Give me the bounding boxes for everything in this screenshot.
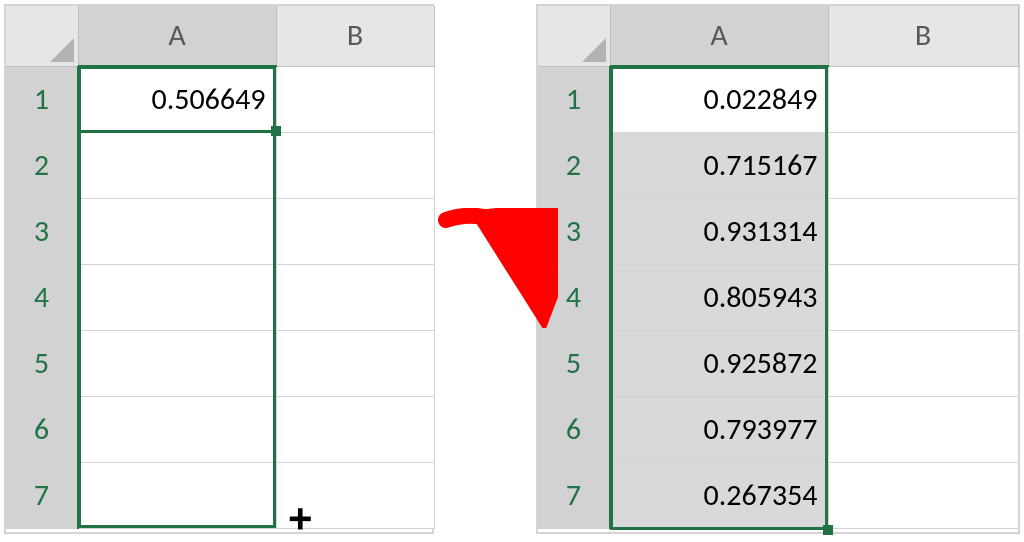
fill-cursor-icon: + <box>288 498 313 540</box>
cell-A4[interactable]: 0.805943 <box>610 264 828 330</box>
row-header-3[interactable]: 3 <box>6 198 78 264</box>
spreadsheet-right: A B 1 0.022849 2 0.715167 3 0.931314 4 0… <box>536 4 1020 534</box>
cell-A1[interactable]: 0.022849 <box>610 66 828 132</box>
arrow-icon <box>428 208 558 328</box>
row-header-1[interactable]: 1 <box>538 66 610 132</box>
row-header-7[interactable]: 7 <box>538 462 610 528</box>
row-header-5[interactable]: 5 <box>6 330 78 396</box>
cell-B6[interactable] <box>828 396 1018 462</box>
active-cell-border <box>79 130 275 133</box>
cell-B5[interactable] <box>828 330 1018 396</box>
cell-A2[interactable]: 0.715167 <box>610 132 828 198</box>
cell-A3[interactable] <box>78 198 276 264</box>
column-header-A[interactable]: A <box>610 6 828 66</box>
row-header-4[interactable]: 4 <box>6 264 78 330</box>
cell-A2[interactable] <box>78 132 276 198</box>
cell-B2[interactable] <box>828 132 1018 198</box>
cell-B6[interactable] <box>276 396 434 462</box>
grid-right[interactable]: A B 1 0.022849 2 0.715167 3 0.931314 4 0… <box>538 6 1019 529</box>
select-all-corner[interactable] <box>538 6 610 66</box>
cell-B5[interactable] <box>276 330 434 396</box>
row-header-1[interactable]: 1 <box>6 66 78 132</box>
cell-A7[interactable] <box>78 462 276 528</box>
cell-A5[interactable] <box>78 330 276 396</box>
cell-B1[interactable] <box>828 66 1018 132</box>
row-header-2[interactable]: 2 <box>538 132 610 198</box>
cell-A1[interactable]: 0.506649 <box>78 66 276 132</box>
column-header-A[interactable]: A <box>78 6 276 66</box>
cell-B1[interactable] <box>276 66 434 132</box>
cell-B3[interactable] <box>828 198 1018 264</box>
cell-B7[interactable] <box>828 462 1018 528</box>
cell-A5[interactable]: 0.925872 <box>610 330 828 396</box>
column-header-B[interactable]: B <box>276 6 434 66</box>
row-header-7[interactable]: 7 <box>6 462 78 528</box>
fill-handle[interactable] <box>823 525 833 535</box>
cell-B3[interactable] <box>276 198 434 264</box>
cell-A6[interactable] <box>78 396 276 462</box>
column-header-B[interactable]: B <box>828 6 1018 66</box>
grid-left[interactable]: A B 1 0.506649 2 3 4 5 6 <box>6 6 435 529</box>
row-header-2[interactable]: 2 <box>6 132 78 198</box>
cell-A3[interactable]: 0.931314 <box>610 198 828 264</box>
select-all-triangle-icon <box>582 38 606 62</box>
select-all-corner[interactable] <box>6 6 78 66</box>
select-all-triangle-icon <box>50 38 74 62</box>
cell-B2[interactable] <box>276 132 434 198</box>
fill-handle[interactable] <box>271 126 281 136</box>
cell-A4[interactable] <box>78 264 276 330</box>
row-header-5[interactable]: 5 <box>538 330 610 396</box>
cell-B4[interactable] <box>276 264 434 330</box>
cell-A7[interactable]: 0.267354 <box>610 462 828 528</box>
cell-B4[interactable] <box>828 264 1018 330</box>
cell-A6[interactable]: 0.793977 <box>610 396 828 462</box>
spreadsheet-left: A B 1 0.506649 2 3 4 5 6 <box>4 4 434 534</box>
row-header-6[interactable]: 6 <box>538 396 610 462</box>
row-header-6[interactable]: 6 <box>6 396 78 462</box>
